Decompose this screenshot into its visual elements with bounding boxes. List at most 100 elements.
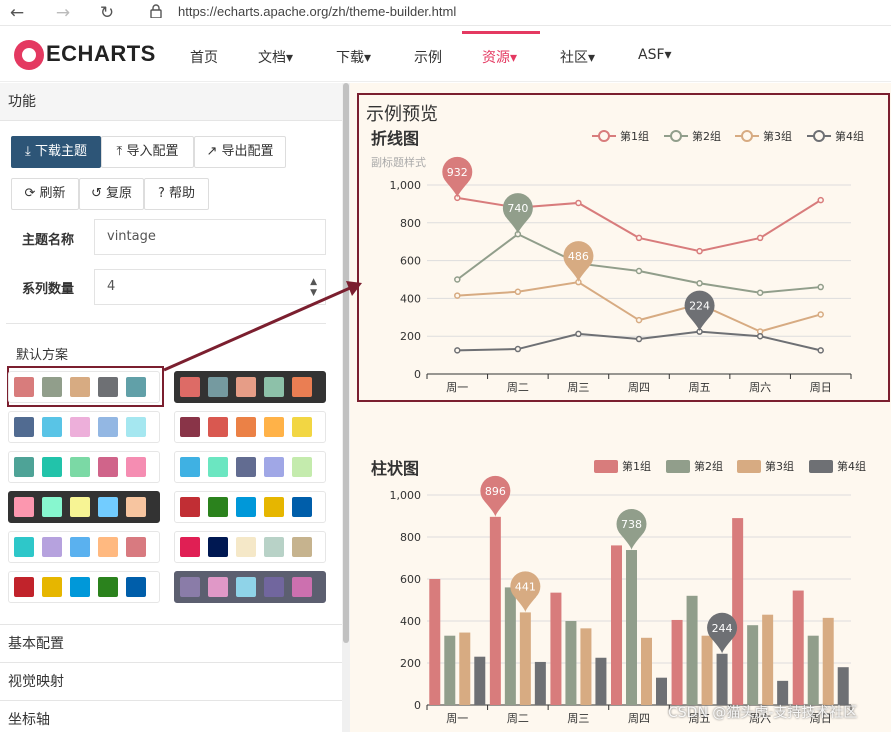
bar [459,632,471,705]
bar-legend-symbol [809,460,833,473]
bar-legend-symbol [666,460,690,473]
marker-pin-label: 441 [515,580,536,593]
bar-chart-xtick: 周二 [507,712,529,725]
line-point [696,247,703,255]
marker-pin-label: 738 [621,518,642,531]
line-chart-xtick: 周日 [810,381,832,394]
line-point [635,234,643,242]
line-point [817,196,824,204]
bar [565,621,577,705]
line-chart-ytick: 200 [400,330,421,343]
line-chart-xtick: 周四 [628,381,650,394]
line-chart-xtick: 周一 [446,381,468,394]
bar [550,592,562,705]
bar-chart-xtick: 周四 [628,712,650,725]
bar [716,653,728,705]
line-point [756,234,764,242]
line-chart-ytick: 1,000 [390,179,422,192]
line-point [575,330,582,338]
line-chart-xtick: 周三 [567,381,589,394]
bar-chart-ytick: 400 [400,615,421,628]
marker-pin-label: 896 [485,485,506,498]
bar-chart-ytick: 800 [400,531,421,544]
line-legend-symbol-dot [670,130,682,142]
line-legend-symbol-dot [813,130,825,142]
line-legend-label: 第3组 [763,129,792,143]
bar-legend-symbol [594,460,618,473]
line-point [635,267,643,275]
line-chart-ytick: 600 [400,255,421,268]
bar-chart-title: 柱状图 [371,459,419,478]
line-point [514,288,522,296]
marker-pin-label: 740 [507,202,528,215]
line-point [817,311,824,318]
line-point [756,289,764,296]
bar [444,635,456,705]
bar-legend-label: 第1组 [622,459,651,473]
bar [519,612,531,705]
bar [792,590,804,705]
line-chart-ytick: 0 [414,368,421,381]
bar [671,619,683,705]
bar-legend-symbol [737,460,761,473]
bar [504,587,516,705]
bar-chart-ytick: 0 [414,699,421,712]
bar [611,545,622,705]
line-chart-ytick: 800 [400,217,421,230]
bar [732,518,744,705]
bar-legend-label: 第3组 [765,459,794,473]
line-point [575,199,582,207]
line-chart-ytick: 400 [400,292,421,305]
bar [807,635,819,705]
bar-chart-xtick: 周三 [567,712,589,725]
bar [656,677,667,705]
marker-pin-label: 244 [712,622,733,635]
bar [580,628,592,705]
bar-legend-label: 第4组 [837,459,866,473]
bar [534,661,546,705]
bar [837,667,849,705]
bar-chart-xtick: 周一 [446,712,468,725]
line-legend-label: 第2组 [692,129,721,143]
line-chart-xtick: 周二 [507,381,529,394]
line-chart-xtick: 周六 [749,381,771,394]
line-point [817,283,824,291]
bar [595,657,607,705]
bar [701,635,713,705]
line-point [635,316,643,324]
line-point [454,276,461,283]
bar [489,516,501,705]
charts-svg: 折线图副标题样式第1组 第2组 第3组 第4组02004006008001,000周一… [371,129,866,725]
bar-chart-ytick: 600 [400,573,421,586]
bar [474,656,486,705]
line-chart-subtitle: 副标题样式 [371,155,426,169]
bar [747,625,759,705]
line-point [454,347,461,354]
line-chart-xtick: 周五 [689,381,711,394]
line-series [456,232,821,294]
line-legend-symbol-dot [741,130,753,142]
bar [686,595,698,705]
marker-pin-label: 486 [568,250,589,263]
bar-chart-ytick: 200 [400,657,421,670]
bar-legend-label: 第2组 [694,459,723,473]
line-point [514,345,522,353]
marker-pin-label: 224 [689,300,710,313]
line-series [457,281,821,333]
bar [429,579,441,705]
line-chart-title: 折线图 [371,129,419,148]
line-point [756,332,764,340]
line-point [817,347,824,354]
line-legend-symbol-dot [598,130,610,142]
line-point [635,335,643,343]
bar [822,617,834,705]
bar [762,614,774,705]
line-legend-label: 第4组 [835,129,864,143]
line-point [696,280,703,287]
bar [626,550,637,705]
line-point [454,292,461,299]
watermark: CSDN @猫头虎-支持技术社区 [668,705,858,721]
line-legend-label: 第1组 [620,129,649,143]
bar-chart-ytick: 1,000 [390,489,422,502]
marker-pin-label: 932 [447,166,468,179]
